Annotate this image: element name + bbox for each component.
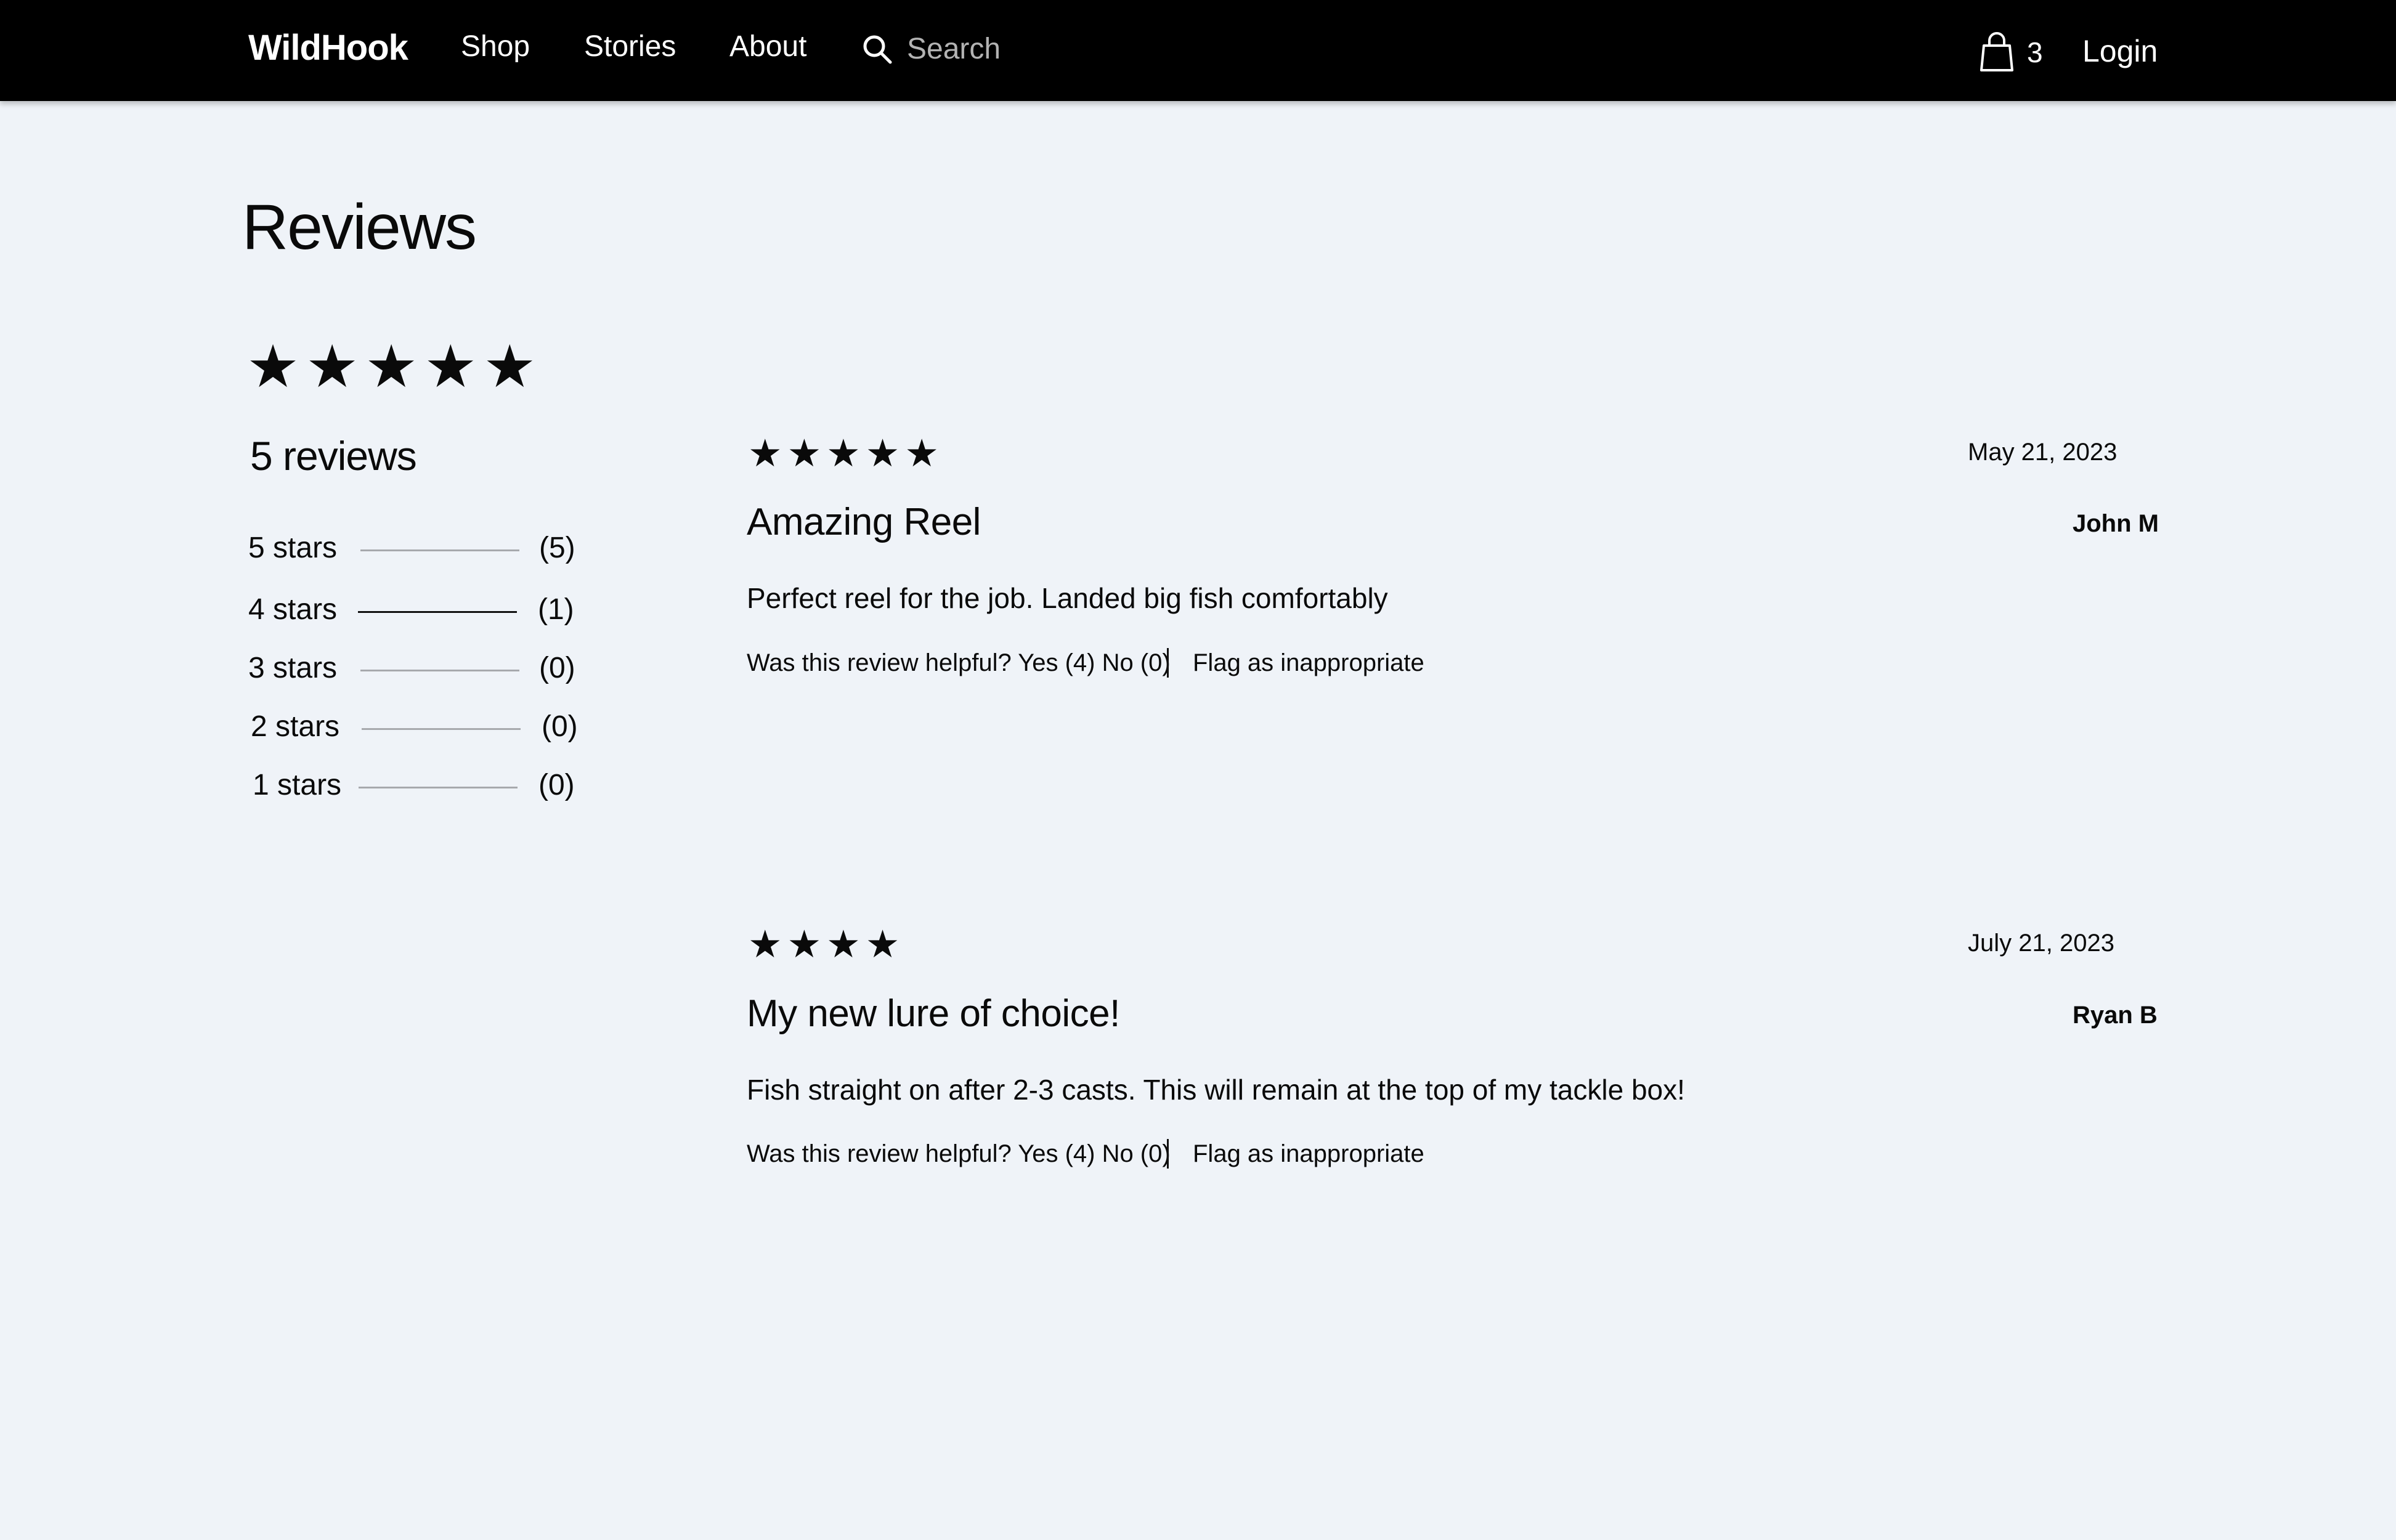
login-link[interactable]: Login: [2082, 33, 2158, 69]
breakdown-bar: [360, 670, 519, 671]
review-author: John M: [2073, 510, 2159, 537]
search-icon[interactable]: [861, 33, 893, 65]
top-navbar: WildHook Shop Stories About 3 Login: [0, 0, 2396, 101]
flag-inappropriate-link[interactable]: Flag as inappropriate: [1193, 649, 1424, 677]
flag-inappropriate-link[interactable]: Flag as inappropriate: [1193, 1140, 1424, 1168]
review-author: Ryan B: [2073, 1002, 2158, 1029]
rating-breakdown-row-3[interactable]: 3 stars (0): [248, 651, 593, 688]
review-rating-stars: ★★★★: [748, 923, 905, 966]
breakdown-count: (0): [538, 769, 575, 801]
shopping-bag-icon[interactable]: [1979, 32, 2015, 73]
breakdown-label: 1 stars: [253, 769, 342, 801]
divider: [1167, 1139, 1169, 1169]
breakdown-bar: [359, 787, 518, 788]
brand-logo[interactable]: WildHook: [248, 27, 408, 68]
review-title: Amazing Reel: [747, 501, 981, 543]
rating-breakdown-row-2[interactable]: 2 stars (0): [251, 710, 596, 747]
review-body: Fish straight on after 2-3 casts. This w…: [747, 1074, 1685, 1106]
reviews-count: 5 reviews: [250, 433, 417, 479]
review-rating-stars: ★★★★★: [748, 432, 944, 475]
breakdown-label: 2 stars: [251, 710, 340, 743]
breakdown-label: 3 stars: [248, 652, 338, 684]
overall-rating-stars: ★★★★★: [246, 334, 543, 400]
breakdown-count: (0): [542, 710, 578, 743]
review-date: July 21, 2023: [1968, 930, 2114, 957]
search-input[interactable]: [907, 27, 1277, 70]
rating-breakdown-row-4[interactable]: 4 stars (1): [248, 593, 593, 630]
breakdown-label: 4 stars: [248, 593, 338, 626]
nav-link-stories[interactable]: Stories: [584, 30, 676, 63]
helpful-prompt[interactable]: Was this review helpful? Yes (4) No (0): [747, 1140, 1171, 1168]
rating-breakdown-row-5[interactable]: 5 stars (5): [248, 531, 593, 568]
nav-link-about[interactable]: About: [729, 30, 806, 63]
breakdown-bar: [362, 728, 521, 730]
review-date: May 21, 2023: [1968, 439, 2118, 466]
breakdown-label: 5 stars: [248, 532, 338, 564]
breakdown-bar: [360, 549, 519, 551]
cart-count-badge[interactable]: 3: [2027, 36, 2043, 69]
nav-link-shop[interactable]: Shop: [461, 30, 530, 63]
review-body: Perfect reel for the job. Landed big fis…: [747, 582, 1388, 614]
divider: [1167, 648, 1169, 678]
rating-breakdown-row-1[interactable]: 1 stars (0): [253, 768, 598, 805]
breakdown-bar: [358, 611, 517, 613]
breakdown-count: (5): [539, 532, 575, 564]
page-title: Reviews: [242, 192, 477, 263]
breakdown-count: (1): [538, 593, 574, 626]
review-title: My new lure of choice!: [747, 992, 1120, 1035]
breakdown-count: (0): [539, 652, 575, 684]
helpful-prompt[interactable]: Was this review helpful? Yes (4) No (0): [747, 649, 1171, 677]
